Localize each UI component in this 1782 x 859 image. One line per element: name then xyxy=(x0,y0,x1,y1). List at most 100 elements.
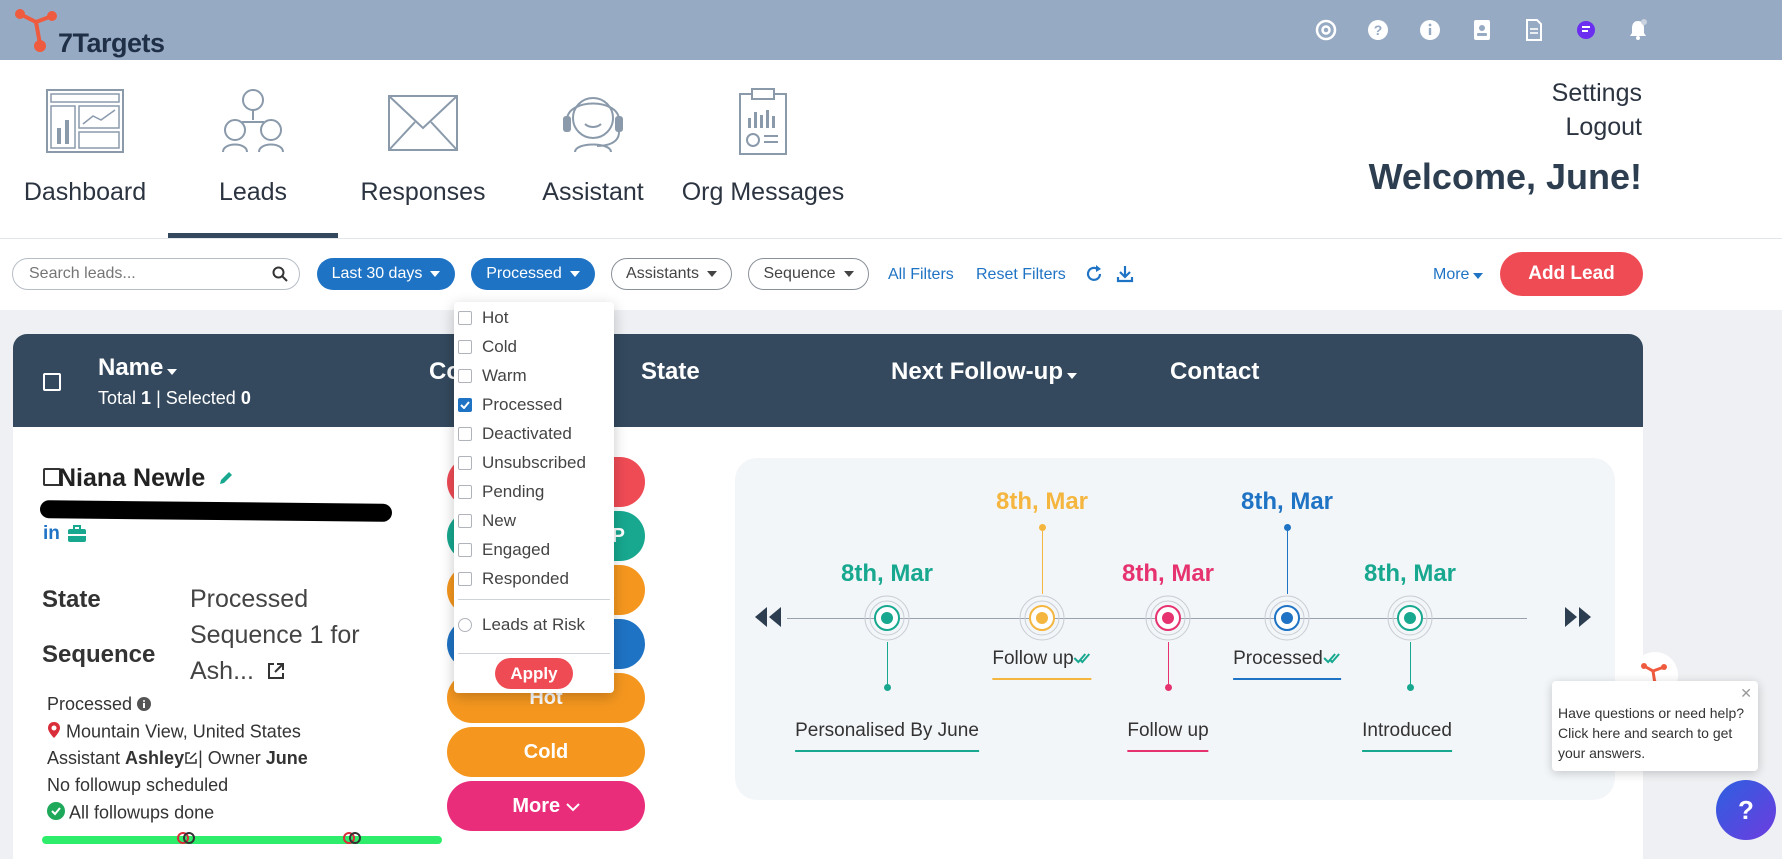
nav-item-responses[interactable]: Responses xyxy=(352,60,494,238)
timeline-event-label: Introduced xyxy=(1362,720,1452,752)
total-label: Total xyxy=(98,388,137,408)
option-label: New xyxy=(482,511,517,530)
state-option[interactable]: Processed xyxy=(458,392,562,418)
logout-link[interactable]: Logout xyxy=(1552,110,1642,144)
sequence-filter[interactable]: Sequence xyxy=(748,258,869,290)
option-checkbox[interactable] xyxy=(458,543,472,557)
option-radio[interactable] xyxy=(458,618,472,632)
sequence-value-line1[interactable]: Sequence 1 for xyxy=(190,621,360,650)
name-column-header[interactable]: Name xyxy=(98,354,178,382)
assistant-name[interactable]: Ashley xyxy=(125,748,184,768)
bell-icon[interactable] xyxy=(1624,16,1652,44)
apply-button[interactable]: Apply xyxy=(495,658,573,689)
chevron-down-icon xyxy=(843,271,854,277)
reset-filters-link[interactable]: Reset Filters xyxy=(976,266,1066,284)
edit-pencil-icon[interactable] xyxy=(218,464,234,493)
option-checkbox[interactable] xyxy=(458,340,472,354)
chevron-down-icon xyxy=(569,271,580,277)
download-icon[interactable] xyxy=(1116,265,1134,288)
document-icon[interactable] xyxy=(1520,16,1548,44)
selected-label: | Selected xyxy=(156,388,236,408)
owner-label: | Owner xyxy=(198,748,261,768)
timeline-node[interactable] xyxy=(1144,594,1192,647)
timeline-node[interactable] xyxy=(1263,594,1311,647)
state-filter[interactable]: Processed xyxy=(471,258,595,290)
location-text: Mountain View, United States xyxy=(66,721,301,742)
refresh-icon[interactable] xyxy=(1085,265,1103,288)
app-logo[interactable]: 7Targets xyxy=(14,8,174,58)
leads-at-risk-option[interactable]: Leads at Risk xyxy=(458,612,585,638)
option-label: Cold xyxy=(482,337,517,356)
option-checkbox[interactable] xyxy=(458,398,472,412)
rewind-icon[interactable] xyxy=(753,605,783,634)
sequence-value-line2[interactable]: Ash... xyxy=(190,657,254,686)
more-actions-button[interactable]: More xyxy=(447,781,645,831)
nav-item-dashboard[interactable]: Dashboard xyxy=(10,60,160,238)
info-icon[interactable] xyxy=(1416,16,1444,44)
settings-link[interactable]: Settings xyxy=(1552,76,1642,110)
chevron-down-icon xyxy=(706,271,717,277)
briefcase-icon[interactable] xyxy=(67,525,87,548)
nav-item-leads[interactable]: Leads xyxy=(168,60,338,238)
state-filter-label: Processed xyxy=(486,265,562,282)
timeline-node[interactable] xyxy=(1018,594,1066,647)
contacts-icon[interactable] xyxy=(1468,16,1496,44)
add-lead-button[interactable]: Add Lead xyxy=(1500,252,1643,296)
state-option[interactable]: Pending xyxy=(458,479,544,505)
next-followup-column-header[interactable]: Next Follow-up xyxy=(891,358,1077,386)
timeline-stem xyxy=(1287,528,1288,594)
state-option[interactable]: Hot xyxy=(458,305,508,331)
all-filters-link[interactable]: All Filters xyxy=(888,266,954,284)
close-icon[interactable]: ✕ xyxy=(1740,683,1752,703)
option-checkbox[interactable] xyxy=(458,514,472,528)
fast-forward-icon[interactable] xyxy=(1563,605,1593,634)
at-icon[interactable] xyxy=(1312,16,1340,44)
external-link-icon[interactable] xyxy=(266,661,286,686)
check-circle-icon xyxy=(47,802,65,825)
option-checkbox[interactable] xyxy=(458,485,472,499)
question-icon[interactable]: ? xyxy=(1364,16,1392,44)
state-column-header[interactable]: State xyxy=(641,358,700,386)
state-option[interactable]: Deactivated xyxy=(458,421,572,447)
filter-bar: Last 30 days Processed Assistants Sequen… xyxy=(0,238,1782,310)
link-icon xyxy=(342,831,362,850)
cold-button[interactable]: Cold xyxy=(447,727,645,777)
state-option[interactable]: Cold xyxy=(458,334,517,360)
info-icon[interactable] xyxy=(137,695,152,716)
timeline-node[interactable] xyxy=(863,594,911,647)
welcome-message: Welcome, June! xyxy=(1368,156,1642,197)
option-checkbox[interactable] xyxy=(458,369,472,383)
timeline-dot xyxy=(1165,684,1172,691)
app-name: 7Targets xyxy=(58,28,165,58)
owner-name: June xyxy=(265,748,308,768)
date-range-filter[interactable]: Last 30 days xyxy=(317,258,455,290)
state-option[interactable]: Warm xyxy=(458,363,527,389)
user-avatar-icon[interactable] xyxy=(1572,16,1600,44)
help-button[interactable]: ? xyxy=(1716,780,1776,840)
help-tooltip[interactable]: ✕ Have questions or need help? Click her… xyxy=(1552,681,1758,771)
option-checkbox[interactable] xyxy=(458,456,472,470)
linkedin-icon[interactable]: in xyxy=(43,523,60,545)
next-followup-header-label: Next Follow-up xyxy=(891,358,1063,385)
lead-name[interactable]: Niana Newle xyxy=(58,464,205,492)
external-link-icon[interactable] xyxy=(184,749,198,770)
option-checkbox[interactable] xyxy=(458,311,472,325)
nav-item-org-messages[interactable]: Org Messages xyxy=(680,60,846,238)
state-option[interactable]: New xyxy=(458,508,516,534)
option-checkbox[interactable] xyxy=(458,572,472,586)
chevron-down-icon xyxy=(430,271,441,277)
nav-item-assistant[interactable]: Assistant xyxy=(525,60,661,238)
search-icon[interactable] xyxy=(272,266,288,287)
assistants-filter[interactable]: Assistants xyxy=(611,258,732,290)
state-option[interactable]: Unsubscribed xyxy=(458,450,586,476)
more-menu[interactable]: More xyxy=(1433,266,1484,284)
contact-column-header[interactable]: Contact xyxy=(1170,358,1259,386)
state-option[interactable]: Responded xyxy=(458,566,569,592)
option-label: Pending xyxy=(482,482,545,501)
select-all-checkbox[interactable] xyxy=(43,373,61,391)
timeline-node[interactable] xyxy=(1386,594,1434,647)
option-checkbox[interactable] xyxy=(458,427,472,441)
state-option[interactable]: Engaged xyxy=(458,537,550,563)
search-input[interactable] xyxy=(12,258,300,290)
status-text: Processed xyxy=(47,694,133,714)
